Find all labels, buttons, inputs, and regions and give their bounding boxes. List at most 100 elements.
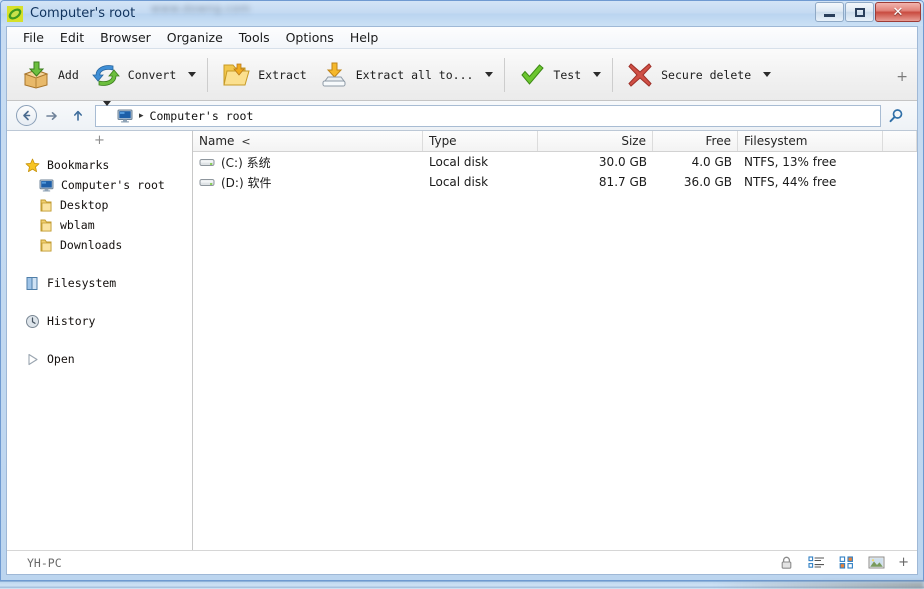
star-icon [25,158,40,173]
chevron-down-icon [103,101,111,125]
path-box[interactable]: ▸ Computer's root [95,101,881,127]
column-header-row: Name < Type Size Free Filesystem [193,131,917,152]
menu-help[interactable]: Help [342,28,387,47]
extract-button[interactable]: Extract [215,54,312,96]
search-button[interactable] [881,108,911,124]
chevron-down-icon [188,72,197,77]
folder-icon [39,238,53,252]
sidebar-item-computers-root[interactable]: Computer's root [7,175,192,195]
folder-icon [39,198,53,212]
cell-name[interactable]: (C:) 系统 [193,152,423,172]
menu-file[interactable]: File [15,28,52,47]
convert-arrows-icon [91,60,121,90]
table-row[interactable]: (D:) 软件 Local disk 81.7 GB 36.0 GB NTFS,… [193,172,917,192]
peazip-pea-icon [7,5,23,22]
cell-name[interactable]: (D:) 软件 [193,172,423,192]
forward-button[interactable] [39,104,65,128]
table-row[interactable]: (C:) 系统 Local disk 30.0 GB 4.0 GB NTFS, … [193,152,917,172]
test-button[interactable]: Test [512,54,587,96]
peazip-window: Computer's root www.downg.com ✕ File Edi… [0,0,924,581]
sidebar-label: Bookmarks [47,158,110,172]
sidebar-item-filesystem[interactable]: Filesystem [7,273,192,293]
add-box-icon [21,60,51,90]
chevron-down-icon [763,72,772,77]
column-header-filesystem[interactable]: Filesystem [738,131,883,151]
path-dropdown-button[interactable] [103,101,111,125]
sidebar-item-wblam[interactable]: wblam [7,215,192,235]
menu-browser[interactable]: Browser [92,28,159,47]
icons-view-icon[interactable] [838,555,855,571]
back-button[interactable] [13,104,39,128]
file-list-pane: Name < Type Size Free Filesystem (C:) 系统… [193,131,917,550]
taskbar-strip [0,581,924,589]
chevron-down-icon [485,72,494,77]
extract-all-label: Extract all to... [355,67,474,82]
sidebar-item-bookmarks[interactable]: Bookmarks [7,155,192,175]
maximize-button[interactable] [845,2,874,22]
cell-size: 81.7 GB [598,175,647,189]
sidebar-label: Filesystem [47,276,117,290]
extract-all-button[interactable]: Extract all to... [313,54,480,96]
forward-arrow-icon [45,110,59,122]
clock-icon [25,314,40,329]
column-header-type[interactable]: Type [423,131,538,151]
window-title: Computer's root [30,6,136,21]
breadcrumb-separator: ▸ [139,110,144,121]
hard-drive-icon [199,156,215,168]
column-header-size[interactable]: Size [538,131,653,151]
preview-image-icon[interactable] [868,555,885,571]
menu-bar: File Edit Browser Organize Tools Options… [7,27,917,49]
cell-free: 4.0 GB [691,155,732,169]
cell-type: Local disk [429,175,489,189]
watermark: www.downg.com [151,2,251,15]
toolbar: Add Convert Extract Extract all to... Te… [7,49,917,101]
convert-button[interactable]: Convert [85,54,182,96]
minimize-icon [824,13,835,17]
secure-delete-button[interactable]: Secure delete [620,54,757,96]
cell-filesystem: NTFS, 44% free [744,175,837,189]
sidebar-item-history[interactable]: History [7,311,192,331]
extract-folder-icon [221,60,251,90]
cell-free: 36.0 GB [683,175,732,189]
details-view-icon[interactable] [808,555,825,571]
sidebar: + Bookmarks Computer's root Desktop wbla… [7,131,193,550]
up-button[interactable] [65,104,91,128]
title-bar[interactable]: Computer's root www.downg.com ✕ [1,1,923,26]
toolbar-separator [207,57,209,92]
column-header-free[interactable]: Free [653,131,738,151]
lock-icon[interactable] [778,555,795,571]
status-add-button[interactable]: + [898,555,909,570]
sidebar-item-desktop[interactable]: Desktop [7,195,192,215]
minimize-button[interactable] [815,2,844,22]
column-label: Name [199,134,235,148]
sidebar-label: Downloads [60,238,123,252]
secure-delete-dropdown-button[interactable] [759,49,775,100]
maximize-icon [854,7,865,17]
sidebar-item-open[interactable]: Open [7,349,192,369]
column-header-name[interactable]: Name < [193,131,423,151]
menu-tools[interactable]: Tools [231,28,278,47]
sidebar-add-button[interactable]: + [7,131,192,155]
sidebar-label: wblam [60,218,95,232]
body: + Bookmarks Computer's root Desktop wbla… [7,131,917,550]
sidebar-item-downloads[interactable]: Downloads [7,235,192,255]
file-name: (D:) 软件 [221,175,272,190]
menu-organize[interactable]: Organize [159,28,231,47]
secure-delete-label: Secure delete [661,67,752,82]
close-button[interactable]: ✕ [875,2,921,22]
status-text: YH-PC [27,555,62,570]
convert-dropdown-button[interactable] [184,49,200,100]
test-dropdown-button[interactable] [589,49,605,100]
extract-all-dropdown-button[interactable] [481,49,497,100]
close-icon: ✕ [892,4,904,20]
menu-options[interactable]: Options [278,28,342,47]
toolbar-expand-button[interactable]: + [896,69,908,85]
cell-size: 30.0 GB [598,155,647,169]
breadcrumb-path[interactable]: Computer's root [150,109,254,123]
sidebar-label: Open [47,352,75,366]
column-header-filler [883,131,917,151]
add-button[interactable]: Add [15,54,85,96]
menu-edit[interactable]: Edit [52,28,92,47]
